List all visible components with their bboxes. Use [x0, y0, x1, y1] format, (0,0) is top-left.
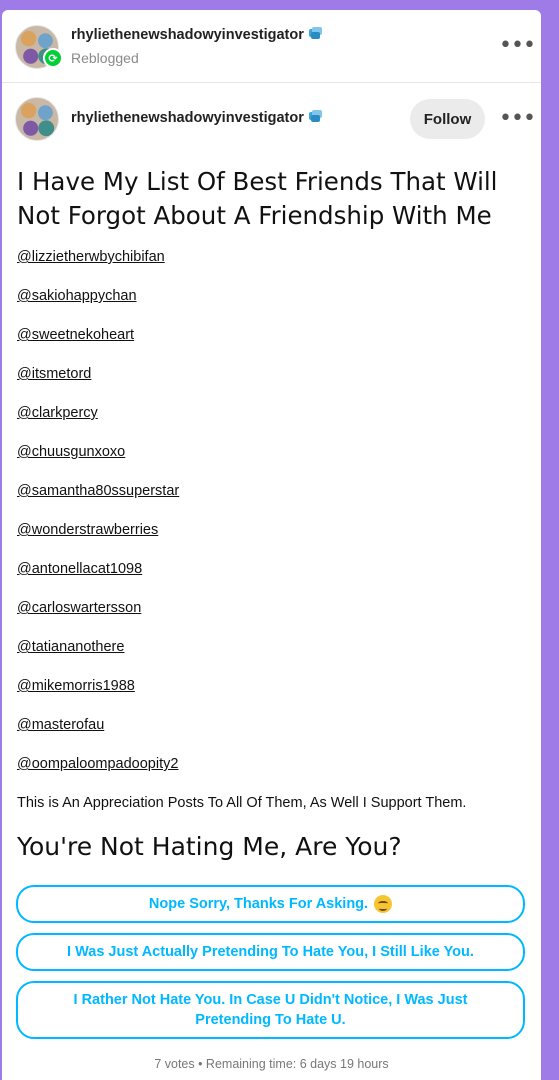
list-item: @carloswartersson [17, 599, 179, 638]
list-item: @antonellacat1098 [17, 560, 179, 599]
author-username: rhyliethenewshadowyinvestigator [71, 110, 304, 126]
mention-link[interactable]: @tatiananothere [17, 639, 124, 655]
list-item: @mikemorris1988 [17, 677, 179, 716]
mention-link[interactable]: @clarkpercy [17, 405, 98, 421]
reblog-icon: ⟳ [43, 48, 63, 68]
smirking-face-emoji-icon [374, 895, 393, 913]
poll-option-label: Nope Sorry, Thanks For Asking. [148, 896, 369, 912]
mention-link[interactable]: @mikemorris1988 [17, 678, 135, 694]
verified-badge-icon [308, 27, 322, 39]
reblogger-username: rhyliethenewshadowyinvestigator [71, 27, 304, 43]
list-item: @lizzietherwbychibifan [17, 248, 179, 287]
verified-badge-icon [308, 110, 322, 122]
poll-footer: 7 votes • Remaining time: 6 days 19 hour… [154, 1057, 389, 1071]
author-username-link[interactable]: rhyliethenewshadowyinvestigator [71, 110, 324, 126]
more-options-icon[interactable]: ••• [499, 35, 536, 57]
post-card: ⟳ rhyliethenewshadowyinvestigator Reblog… [2, 10, 541, 1080]
mention-link[interactable]: @antonellacat1098 [17, 561, 142, 577]
list-item: @chuusgunxoxo [17, 443, 179, 482]
mention-link[interactable]: @sweetnekoheart [17, 327, 134, 343]
mention-link[interactable]: @lizzietherwbychibifan [17, 249, 165, 265]
more-options-icon[interactable]: ••• [499, 108, 536, 130]
list-item: @sweetnekoheart [17, 326, 179, 365]
list-item: @masterofau [17, 716, 179, 755]
author-avatar[interactable] [15, 97, 59, 141]
poll-option-label: I Was Just Actually Pretending To Hate Y… [67, 944, 474, 960]
mention-link[interactable]: @masterofau [17, 717, 104, 733]
list-item: @sakiohappychan [17, 287, 179, 326]
list-item: @oompaloompadoopity2 [17, 755, 179, 794]
list-item: @tatiananothere [17, 638, 179, 677]
header-divider [2, 82, 541, 83]
reblogger-username-link[interactable]: rhyliethenewshadowyinvestigator [71, 27, 324, 43]
follow-button[interactable]: Follow [410, 99, 485, 139]
poll-option-1[interactable]: Nope Sorry, Thanks For Asking. [16, 885, 525, 923]
mention-link[interactable]: @oompaloompadoopity2 [17, 756, 178, 772]
mention-list: @lizzietherwbychibifan @sakiohappychan @… [17, 248, 179, 794]
list-item: @wonderstrawberries [17, 521, 179, 560]
reblogged-label: Reblogged [71, 50, 139, 66]
post-title: I Have My List Of Best Friends That Will… [17, 167, 498, 230]
list-item: @samantha80ssuperstar [17, 482, 179, 521]
mention-link[interactable]: @sakiohappychan [17, 288, 137, 304]
poll-option-3[interactable]: I Rather Not Hate You. In Case U Didn't … [16, 981, 525, 1039]
list-item: @itsmetord [17, 365, 179, 404]
appreciation-text: This is An Appreciation Posts To All Of … [17, 795, 467, 811]
poll-question: You're Not Hating Me, Are You? [17, 832, 402, 861]
mention-link[interactable]: @samantha80ssuperstar [17, 483, 179, 499]
list-item: @clarkpercy [17, 404, 179, 443]
poll-option-2[interactable]: I Was Just Actually Pretending To Hate Y… [16, 933, 525, 971]
mention-link[interactable]: @chuusgunxoxo [17, 444, 125, 460]
mention-link[interactable]: @wonderstrawberries [17, 522, 158, 538]
mention-link[interactable]: @carloswartersson [17, 600, 141, 616]
poll-option-label: I Rather Not Hate You. In Case U Didn't … [73, 992, 468, 1028]
mention-link[interactable]: @itsmetord [17, 366, 91, 382]
